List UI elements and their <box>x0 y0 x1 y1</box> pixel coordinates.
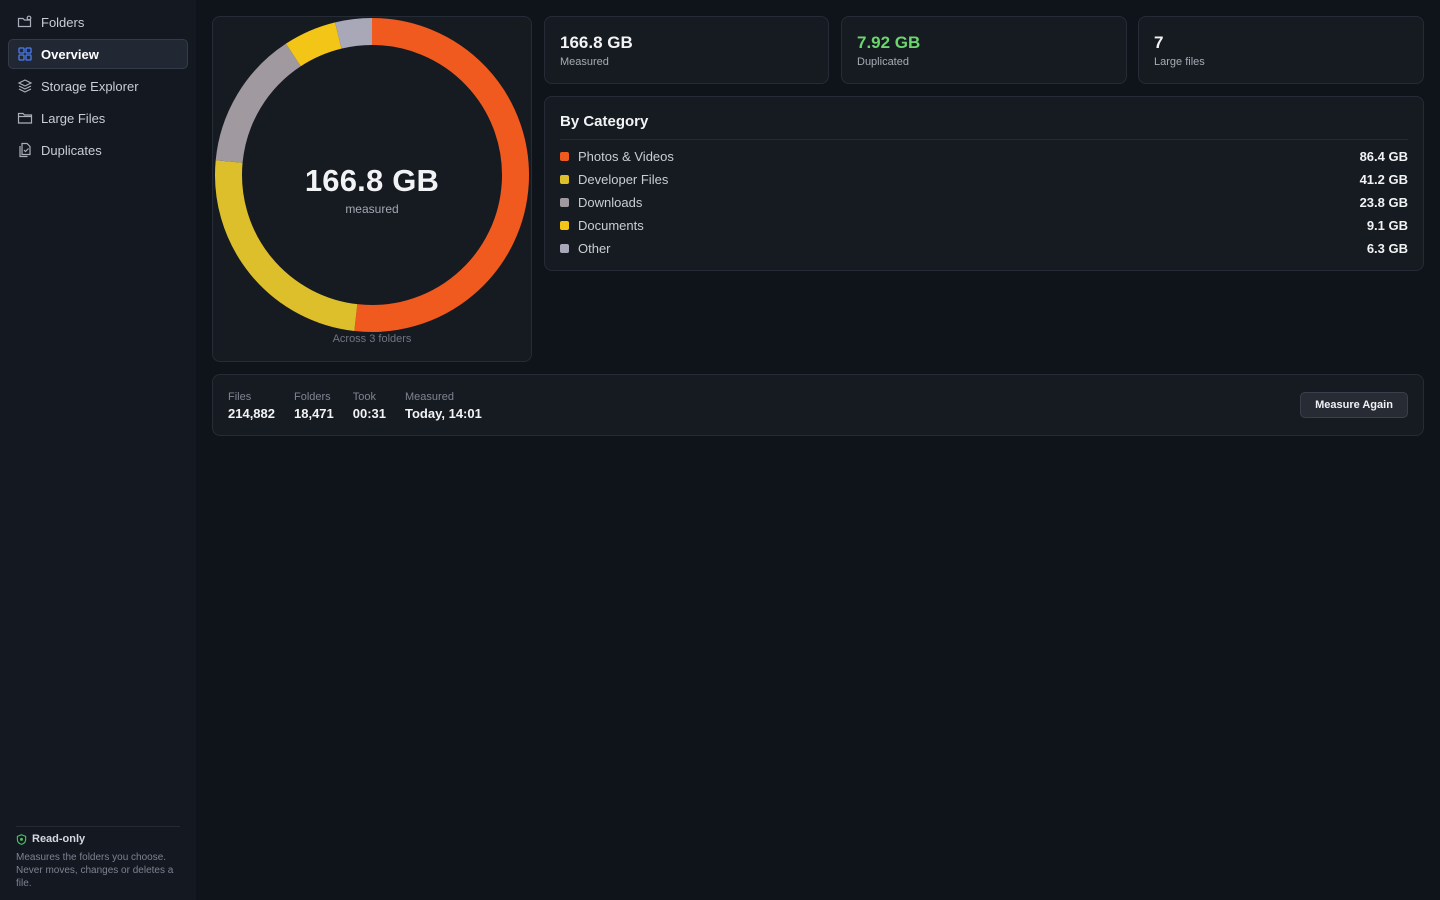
summary-files: Files 214,882 <box>228 391 275 421</box>
category-size: 41.2 GB <box>1359 172 1408 187</box>
summary-took: Took 00:31 <box>353 391 386 421</box>
stat-label: Measured <box>560 56 609 68</box>
summary-folders: Folders 18,471 <box>294 391 334 421</box>
sidebar-item-label: Storage Explorer <box>41 78 139 94</box>
category-card: By Category Photos & Videos 86.4 GB Deve… <box>544 96 1424 271</box>
sidebar-item-label: Folders <box>41 14 85 30</box>
category-name: Developer Files <box>578 172 669 187</box>
category-size: 86.4 GB <box>1359 149 1408 164</box>
category-name: Photos & Videos <box>578 149 674 164</box>
sidebar-item-storage-explorer[interactable]: Storage Explorer <box>8 71 188 101</box>
sidebar-item-overview[interactable]: Overview <box>8 39 188 69</box>
read-only-title: Read-only <box>16 833 180 845</box>
stat-label: Duplicated <box>857 56 909 68</box>
list-item: Developer Files 41.2 GB <box>560 168 1408 191</box>
sidebar-item-label: Large Files <box>41 110 106 126</box>
summary-label: Files <box>228 391 252 403</box>
donut-center: 166.8 GB measured <box>213 163 531 216</box>
stat-label: Large files <box>1154 56 1205 68</box>
stat-value: 166.8 GB <box>560 33 633 52</box>
summary-label: Measured <box>405 391 454 403</box>
stat-value: 7.92 GB <box>857 33 921 52</box>
color-swatch <box>560 152 569 161</box>
sidebar-nav: Folders Overview Storage Explorer Large … <box>8 7 188 167</box>
scan-summary-stats: Files 214,882 Folders 18,471 Took 00:31 … <box>228 391 501 421</box>
list-item: Other 6.3 GB <box>560 237 1408 260</box>
summary-value: 00:31 <box>352 406 387 421</box>
category-name: Downloads <box>578 195 643 210</box>
summary-value: Today, 14:01 <box>405 406 482 421</box>
stat-card-large-files: 7 Large files <box>1138 16 1424 84</box>
sidebar-item-duplicates[interactable]: Duplicates <box>8 135 188 165</box>
scan-summary-bar: Files 214,882 Folders 18,471 Took 00:31 … <box>212 374 1424 436</box>
color-swatch <box>560 198 569 207</box>
folder-icon <box>17 110 33 126</box>
measure-again-button[interactable]: Measure Again <box>1300 392 1408 418</box>
color-swatch <box>560 244 569 253</box>
donut-footnote: Across 3 folders <box>332 333 412 345</box>
folder-settings-icon <box>17 14 33 30</box>
donut-slice-other <box>335 18 373 49</box>
layers-icon <box>17 78 33 94</box>
list-item: Downloads 23.8 GB <box>560 191 1408 214</box>
summary-value: 18,471 <box>294 406 334 421</box>
sidebar-item-label: Overview <box>41 46 99 62</box>
donut-card: 166.8 GB measured Across 3 folders <box>212 16 532 362</box>
stat-card-measured: 166.8 GB Measured <box>544 16 829 84</box>
category-name: Other <box>578 241 611 256</box>
shield-icon <box>16 833 27 845</box>
duplicate-files-icon <box>17 142 33 158</box>
read-only-description: Measures the folders you choose. Never m… <box>16 852 174 889</box>
category-title: By Category <box>560 113 1408 140</box>
summary-label: Folders <box>294 391 331 403</box>
category-size: 9.1 GB <box>1366 218 1408 233</box>
summary-value: 214,882 <box>228 406 275 421</box>
sidebar-item-folders[interactable]: Folders <box>8 7 188 37</box>
donut-total-value: 166.8 GB <box>304 163 440 198</box>
read-only-notice: Read-only Measures the folders you choos… <box>16 826 180 890</box>
sidebar: Folders Overview Storage Explorer Large … <box>0 0 196 900</box>
donut-slice-downloads <box>215 43 302 164</box>
category-size: 23.8 GB <box>1359 195 1408 210</box>
color-swatch <box>560 221 569 230</box>
donut-slice-documents <box>285 22 342 67</box>
category-list: Photos & Videos 86.4 GB Developer Files … <box>560 145 1408 260</box>
list-item: Photos & Videos 86.4 GB <box>560 145 1408 168</box>
category-size: 6.3 GB <box>1366 241 1408 256</box>
color-swatch <box>560 175 569 184</box>
stat-card-duplicated: 7.92 GB Duplicated <box>841 16 1127 84</box>
donut-total-label: measured <box>345 202 399 216</box>
stat-value: 7 <box>1154 33 1164 52</box>
summary-label: Took <box>352 391 377 403</box>
category-name: Documents <box>578 218 644 233</box>
sidebar-item-label: Duplicates <box>41 142 102 158</box>
grid-icon <box>17 46 33 62</box>
summary-measured: Measured Today, 14:01 <box>405 391 482 421</box>
app-window: Folders Overview Storage Explorer Large … <box>0 0 1440 900</box>
sidebar-item-large-files[interactable]: Large Files <box>8 103 188 133</box>
list-item: Documents 9.1 GB <box>560 214 1408 237</box>
